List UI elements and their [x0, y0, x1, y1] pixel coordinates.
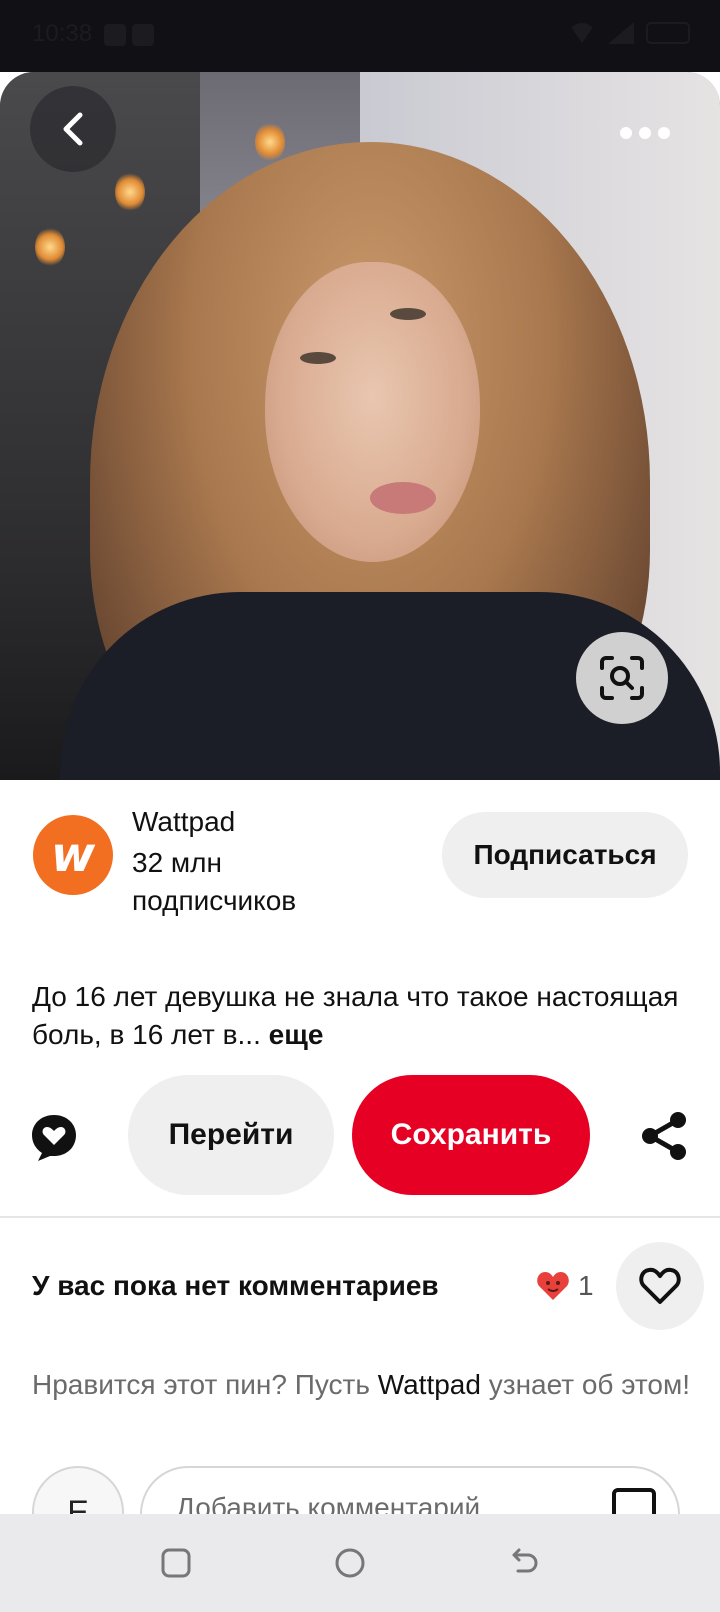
comments-title: У вас пока нет комментариев — [32, 1270, 439, 1301]
more-button[interactable] — [620, 127, 670, 139]
follow-button[interactable]: Подписаться — [442, 812, 688, 898]
more-icon — [620, 127, 632, 139]
portrait-face — [265, 262, 480, 562]
wattpad-logo[interactable]: w — [33, 815, 113, 895]
status-time: 10:38 — [32, 20, 93, 47]
pin-image[interactable] — [0, 72, 720, 780]
logo-letter: w — [50, 827, 96, 883]
battery-icon — [646, 22, 690, 44]
comment-button[interactable] — [30, 1113, 78, 1168]
heart-icon — [639, 1267, 681, 1304]
image-icon[interactable] — [612, 1488, 656, 1514]
creator-name[interactable]: Wattpad — [132, 806, 235, 838]
light-bulb — [115, 172, 145, 212]
heart-reaction-icon — [537, 1272, 569, 1300]
prompt-brand: Wattpad — [377, 1369, 481, 1400]
follower-count: 32 млн подписчиков — [132, 847, 297, 916]
wifi-icon — [568, 23, 596, 43]
reaction-summary[interactable]: 1 — [536, 1270, 594, 1302]
system-status-icons — [568, 22, 690, 44]
section-divider — [0, 1216, 720, 1218]
comment-composer: E Добавить комментарий — [0, 1466, 720, 1514]
portrait-lips — [370, 482, 436, 514]
comment-heart-icon — [32, 1115, 76, 1161]
description-text: До 16 лет девушка не знала что такое нас… — [32, 981, 679, 1050]
portrait-eye — [390, 308, 426, 320]
notification-icons — [104, 24, 154, 46]
prompt-suffix: узнает об этом! — [488, 1369, 691, 1400]
reaction-count: 1 — [578, 1270, 594, 1301]
more-icon-dot — [658, 127, 670, 139]
back-icon — [63, 112, 83, 146]
system-nav-bar — [0, 1514, 720, 1612]
visit-button[interactable]: Перейти — [128, 1075, 334, 1195]
action-bar: Перейти Сохранить — [0, 1075, 720, 1197]
app-notification-icon — [104, 24, 126, 46]
share-icon — [642, 1112, 686, 1160]
visual-search-button[interactable] — [576, 632, 668, 724]
recents-icon[interactable] — [160, 1547, 192, 1579]
share-button[interactable] — [640, 1111, 688, 1166]
home-icon[interactable] — [334, 1547, 366, 1579]
signal-icon — [608, 22, 634, 44]
creator-profile: w Wattpad 32 млн подписчиков Подписаться — [0, 780, 720, 930]
app-notification-icon — [132, 24, 154, 46]
visual-search-icon — [600, 656, 644, 700]
status-bar: 10:38 — [0, 0, 720, 72]
read-more-link[interactable]: еще — [269, 1019, 324, 1050]
portrait-eye — [300, 352, 336, 364]
save-button[interactable]: Сохранить — [352, 1075, 590, 1195]
avatar[interactable]: E — [32, 1466, 124, 1514]
comment-input[interactable]: Добавить комментарий — [140, 1466, 680, 1514]
engagement-prompt: Нравится этот пин? Пусть Wattpad узнает … — [32, 1366, 702, 1404]
pin-description: До 16 лет девушка не знала что такое нас… — [32, 978, 692, 1054]
light-bulb — [255, 122, 285, 162]
back-nav-icon[interactable] — [508, 1547, 540, 1579]
light-bulb — [35, 227, 65, 267]
more-icon-dot — [639, 127, 651, 139]
like-button[interactable] — [616, 1242, 704, 1330]
back-button[interactable] — [30, 86, 116, 172]
prompt-prefix: Нравится этот пин? Пусть — [32, 1369, 370, 1400]
